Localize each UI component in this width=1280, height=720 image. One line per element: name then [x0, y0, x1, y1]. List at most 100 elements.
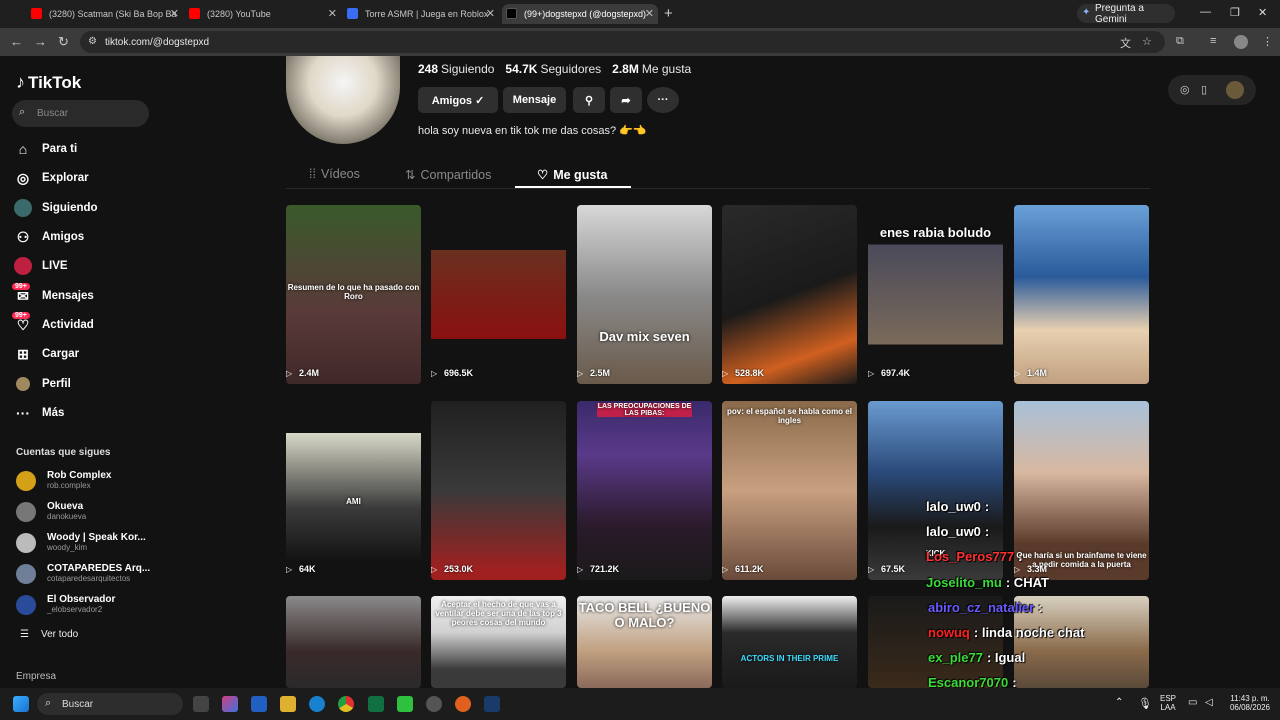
browser-tab[interactable]: Torre ASMR | Juega en Roblox ✕ — [343, 4, 499, 24]
account-handle: _elobservador2 — [47, 605, 103, 614]
followed-account[interactable]: Okueva danokueva — [16, 499, 161, 525]
nav-cargar[interactable]: ⊞ Cargar — [14, 343, 79, 365]
video-thumbnail[interactable]: pov: el español se habla como el ingles 6… — [722, 401, 857, 580]
friends-button[interactable]: Amigos ✓ — [418, 87, 498, 113]
taskbar-search[interactable]: ⌕ Buscar — [37, 693, 183, 715]
video-thumbnail[interactable]: Que haría si un brainfame te viene a ped… — [1014, 401, 1149, 580]
reload-icon[interactable]: ↻ — [58, 34, 69, 50]
followed-account[interactable]: Rob Complex rob.complex — [16, 468, 161, 494]
video-thumbnail[interactable]: ACTORS IN THEIR PRIME — [722, 596, 857, 688]
video-thumbnail[interactable]: TACO BELL ¿BUENO O MALO? — [577, 596, 712, 688]
followed-account[interactable]: El Observador _elobservador2 — [16, 592, 161, 618]
nav-live[interactable]: LIVE — [14, 255, 68, 277]
video-thumbnail[interactable]: Aceptar el hecho de que vas a ventilar d… — [431, 596, 566, 688]
compass-icon[interactable]: ◎ — [1180, 83, 1190, 96]
video-thumbnail[interactable]: 696.5K ▷ — [431, 205, 566, 384]
nav-mensajes[interactable]: ✉ 99+ Mensajes — [12, 283, 94, 307]
store-icon[interactable] — [251, 696, 267, 712]
gemini-star-icon: ✦ — [1082, 7, 1091, 18]
followed-account[interactable]: Woody | Speak Kor... woody_kim — [16, 530, 161, 556]
browser-tab-active[interactable]: (99+)dogstepxd (@dogstepxd) ✕ — [502, 4, 658, 24]
see-all-link[interactable]: ☰ Ver todo — [20, 629, 78, 640]
video-thumbnail[interactable]: AMI 64K ▷ — [286, 401, 421, 580]
tab-videos[interactable]: ⁞⁞ Vídeos — [309, 167, 360, 181]
chat-text: : — [1038, 600, 1043, 615]
windows-start-icon[interactable] — [13, 696, 29, 712]
browser-tab[interactable]: (3280) YouTube ✕ — [185, 4, 341, 24]
browser-tab[interactable]: (3280) Scatman (Ski Ba Bop Ba ✕ — [27, 4, 183, 24]
nav-siguiendo[interactable]: Siguiendo — [14, 197, 98, 219]
video-thumbnail[interactable]: Resumen de lo que ha pasado con Roro 2.4M… — [286, 205, 421, 384]
video-thumbnail[interactable]: LAS PREOCUPACIONES DE LAS PIBAS: 721.2K ▷ — [577, 401, 712, 580]
close-tab-icon[interactable]: ✕ — [170, 7, 179, 20]
user-avatar[interactable] — [1226, 81, 1244, 99]
edge-icon[interactable] — [309, 696, 325, 712]
task-view-icon[interactable] — [193, 696, 209, 712]
chat-text: : — [984, 499, 990, 514]
steam-icon[interactable] — [484, 696, 500, 712]
share-icon[interactable]: ➦ — [610, 87, 642, 113]
profile-avatar[interactable] — [1234, 35, 1248, 49]
followers-stat[interactable]: 54.7K Seguidores — [505, 62, 601, 76]
kick-icon[interactable] — [397, 696, 413, 712]
tray-chevron-icon[interactable]: ⌃ — [1115, 697, 1123, 708]
clock[interactable]: 11:43 p. m. 06/08/2026 — [1227, 694, 1273, 712]
tab-shared[interactable]: ⇅ Compartidos — [405, 167, 491, 183]
profile-avatar-large[interactable] — [286, 56, 400, 144]
search-input[interactable]: ⌕ Buscar — [12, 100, 149, 127]
video-thumbnail[interactable]: 1.4M ▷ — [1014, 205, 1149, 384]
close-tab-icon[interactable]: ✕ — [328, 7, 337, 20]
extensions-icon[interactable]: ⧉ — [1176, 35, 1184, 48]
phone-icon[interactable]: ▯ — [1201, 83, 1207, 96]
app-icon[interactable] — [426, 696, 442, 712]
message-button[interactable]: Mensaje — [503, 87, 566, 113]
tiktok-logo[interactable]: ♪ TikTok — [16, 72, 81, 93]
nav-actividad[interactable]: ♡ 99+ Actividad — [12, 312, 94, 336]
microphone-icon[interactable]: 🎙 — [1138, 697, 1152, 710]
excel-icon[interactable] — [368, 696, 384, 712]
avatar — [16, 533, 36, 553]
back-icon[interactable]: ← — [10, 34, 23, 49]
nav-explorar[interactable]: ◎ Explorar — [14, 167, 89, 189]
maximize-icon[interactable]: ❐ — [1230, 6, 1240, 19]
video-thumbnail[interactable]: 528.8K ▷ — [722, 205, 857, 384]
browser-icon[interactable] — [455, 696, 471, 712]
video-thumbnail[interactable] — [286, 596, 421, 688]
language-indicator[interactable]: ESP LAA — [1158, 694, 1178, 712]
account-handle: danokueva — [47, 512, 87, 521]
bookmark-star-icon[interactable]: ☆ — [1142, 35, 1152, 48]
video-thumbnail[interactable]: enes rabia boludo 697.4K ▷ — [868, 205, 1003, 384]
url-field[interactable]: ⚙ tiktok.com/@dogstepxd — [80, 31, 1165, 53]
file-explorer-icon[interactable] — [280, 696, 296, 712]
site-info-icon[interactable]: ⚙ — [88, 36, 97, 47]
activity-icon: ♡ 99+ — [12, 312, 32, 334]
new-tab-icon[interactable]: + — [664, 5, 673, 22]
video-thumbnail[interactable]: Dav mix seven 2.5M ▷ — [577, 205, 712, 384]
add-friend-icon[interactable]: ⚲ — [573, 87, 605, 113]
nav-amigos[interactable]: ⚇ Amigos — [14, 226, 84, 248]
translate-icon[interactable]: 文 — [1120, 35, 1131, 51]
gemini-button[interactable]: ✦ Pregunta a Gemini — [1077, 3, 1175, 25]
nav-perfil[interactable]: Perfil — [14, 373, 71, 395]
more-options-icon[interactable]: ··· — [647, 87, 679, 113]
close-tab-icon[interactable]: ✕ — [486, 7, 495, 20]
followed-account[interactable]: COTAPAREDES Arq... cotaparedesarquitecto… — [16, 561, 161, 587]
close-tab-icon[interactable]: ✕ — [645, 7, 654, 20]
following-stat[interactable]: 248 Siguiendo — [418, 62, 494, 76]
volume-icon[interactable]: ◁ — [1205, 697, 1213, 708]
copilot-icon[interactable] — [222, 696, 238, 712]
chrome-icon[interactable] — [338, 696, 354, 712]
nav-para-ti[interactable]: ⌂ Para ti — [14, 138, 77, 160]
video-thumbnail[interactable]: 253.0K ▷ — [431, 401, 566, 580]
tab-liked[interactable]: ♡ Me gusta — [537, 167, 607, 183]
tab-label: Vídeos — [320, 167, 360, 181]
tab-search-icon[interactable]: ≡ — [1210, 35, 1216, 47]
minimize-icon[interactable]: — — [1200, 6, 1211, 18]
menu-icon[interactable]: ⋮ — [1262, 35, 1273, 48]
avatar — [16, 471, 36, 491]
close-window-icon[interactable]: ✕ — [1258, 6, 1267, 19]
network-icon[interactable]: ▭ — [1188, 697, 1197, 708]
forward-icon[interactable]: → — [34, 34, 47, 49]
company-link[interactable]: Empresa — [16, 671, 56, 682]
nav-mas[interactable]: ··· Más — [14, 402, 64, 424]
